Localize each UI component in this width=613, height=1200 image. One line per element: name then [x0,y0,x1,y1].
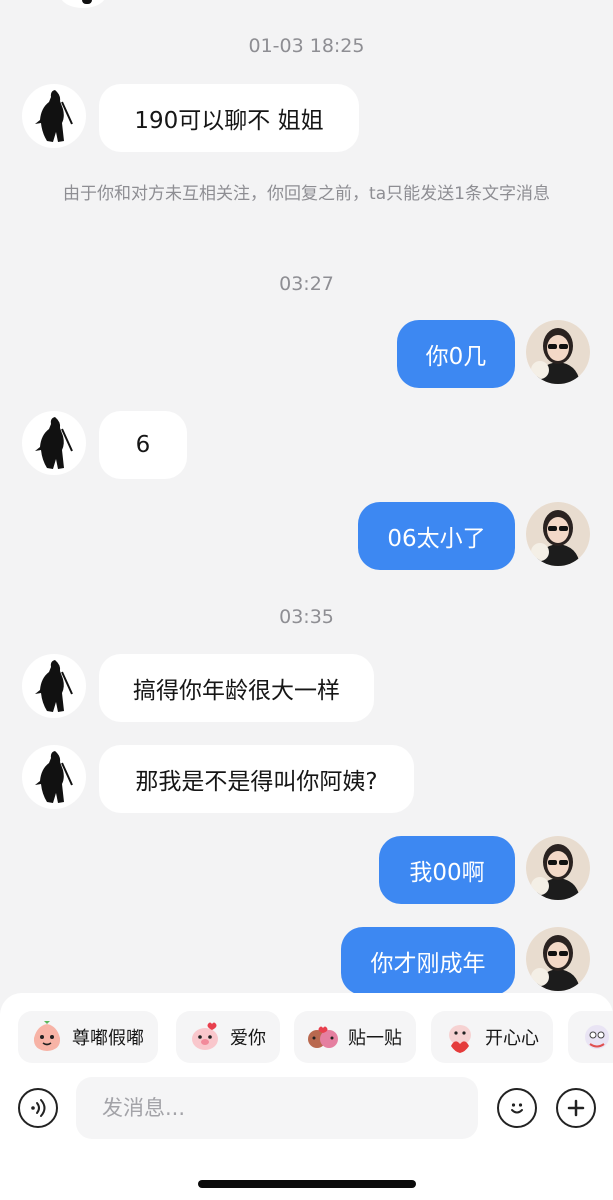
sticker-chip-zundu[interactable]: 尊嘟假嘟 [18,1011,158,1063]
message-bubble-incoming[interactable]: 6 [99,411,187,479]
plus-icon[interactable] [556,1088,596,1128]
avatar-partial [60,0,106,8]
emoji-icon[interactable] [497,1088,537,1128]
happy-heart-sticker-icon [449,1025,471,1053]
composer-panel: 尊嘟假嘟 爱你 贴一贴 开心心 [0,993,613,1200]
timestamp: 01-03 18:25 [248,35,365,57]
home-indicator [198,1180,416,1188]
sticker-chip-label: 贴一贴 [348,1028,402,1049]
message-bubble-outgoing[interactable]: 06太小了 [358,502,515,570]
timestamp: 03:27 [279,273,334,295]
sticker-chip-ai-ni[interactable]: 爱你 [176,1011,280,1063]
follow-restriction-notice: 由于你和对方未互相关注，你回复之前，ta只能发送1条文字消息 [63,184,550,204]
message-bubble-outgoing[interactable]: 我00啊 [379,836,515,904]
message-input-row [0,1077,613,1141]
sticker-chip-tie-yi-tie[interactable]: 贴一贴 [294,1011,416,1063]
sticker-chip-partial[interactable] [568,1011,613,1063]
message-input[interactable] [76,1077,478,1139]
my-avatar[interactable] [526,320,590,384]
timestamp: 03:35 [279,606,334,628]
sticker-chip-kai-xin-xin[interactable]: 开心心 [431,1011,553,1063]
peach-face-sticker-icon [33,1021,61,1051]
sticker-chip-label: 尊嘟假嘟 [72,1028,144,1049]
sticker-chip-label: 开心心 [485,1028,539,1049]
message-bubble-outgoing[interactable]: 你才刚成年 [341,927,515,995]
message-bubble-incoming[interactable]: 搞得你年龄很大一样 [99,654,374,722]
contact-avatar[interactable] [22,745,86,809]
quick-sticker-bar: 尊嘟假嘟 爱你 贴一贴 开心心 [0,1011,613,1063]
partial-sticker-icon [585,1025,609,1049]
voice-icon[interactable] [18,1088,58,1128]
message-bubble-outgoing[interactable]: 你0几 [397,320,515,388]
my-avatar[interactable] [526,927,590,991]
contact-avatar[interactable] [22,84,86,148]
pig-love-sticker-icon [192,1022,218,1050]
message-bubble-incoming[interactable]: 那我是不是得叫你阿姨? [99,745,414,813]
my-avatar[interactable] [526,836,590,900]
cheek-to-cheek-sticker-icon [308,1026,338,1048]
my-avatar[interactable] [526,502,590,566]
sticker-chip-label: 爱你 [230,1028,266,1049]
message-bubble-incoming[interactable]: 190可以聊不 姐姐 [99,84,359,152]
contact-avatar[interactable] [22,654,86,718]
contact-avatar[interactable] [22,411,86,475]
